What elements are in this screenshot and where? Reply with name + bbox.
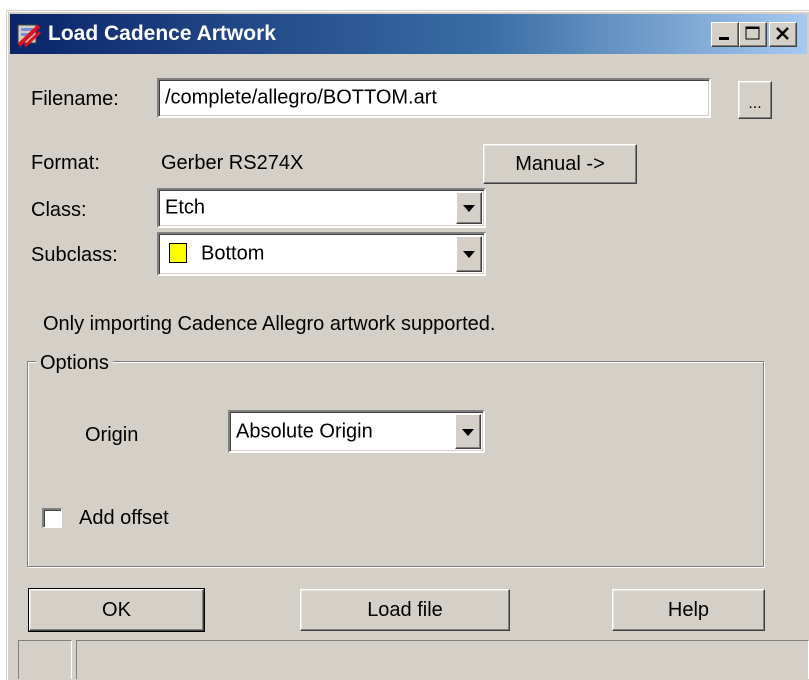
manual-button[interactable]: Manual ->: [483, 144, 637, 184]
browse-button[interactable]: ...: [738, 81, 772, 119]
title-bar[interactable]: Load Cadence Artwork: [10, 14, 807, 54]
maximize-button[interactable]: [739, 22, 767, 47]
info-text: Only importing Cadence Allegro artwork s…: [43, 313, 496, 335]
ok-button[interactable]: OK: [28, 588, 205, 632]
class-select[interactable]: Etch: [157, 188, 486, 228]
close-icon: [776, 27, 789, 40]
close-button[interactable]: [769, 22, 797, 47]
subclass-select[interactable]: Bottom: [157, 232, 486, 276]
origin-dropdown-arrow-icon[interactable]: [455, 414, 481, 449]
add-offset-label: Add offset: [79, 507, 169, 529]
cadence-app-icon: [17, 24, 42, 48]
status-pane-2: [76, 640, 809, 679]
class-value: Etch: [165, 196, 206, 219]
class-dropdown-arrow-icon[interactable]: [456, 192, 482, 224]
class-label: Class:: [31, 199, 87, 221]
options-groupbox: [27, 361, 764, 567]
add-offset-checkbox[interactable]: [42, 508, 62, 528]
help-button[interactable]: Help: [612, 589, 765, 631]
filename-input[interactable]: /complete/allegro/BOTTOM.art: [157, 78, 711, 118]
filename-label: Filename:: [31, 88, 119, 110]
load-file-button[interactable]: Load file: [300, 589, 510, 631]
window-title: Load Cadence Artwork: [48, 22, 276, 45]
origin-select[interactable]: Absolute Origin: [228, 410, 485, 453]
origin-value: Absolute Origin: [236, 420, 373, 442]
format-value: Gerber RS274X: [161, 152, 304, 174]
origin-label: Origin: [85, 424, 139, 446]
filename-value: /complete/allegro/BOTTOM.art: [165, 86, 437, 109]
format-label: Format:: [31, 152, 100, 174]
minimize-button[interactable]: [711, 22, 739, 47]
status-bar: [12, 640, 809, 679]
subclass-dropdown-arrow-icon[interactable]: [456, 236, 482, 272]
options-title: Options: [36, 352, 113, 375]
maximize-icon: [745, 26, 760, 40]
status-pane-1: [18, 640, 72, 679]
subclass-value: Bottom: [201, 242, 265, 265]
subclass-label: Subclass:: [31, 244, 118, 266]
minimize-icon: [719, 37, 729, 40]
subclass-color-swatch: [169, 243, 187, 263]
